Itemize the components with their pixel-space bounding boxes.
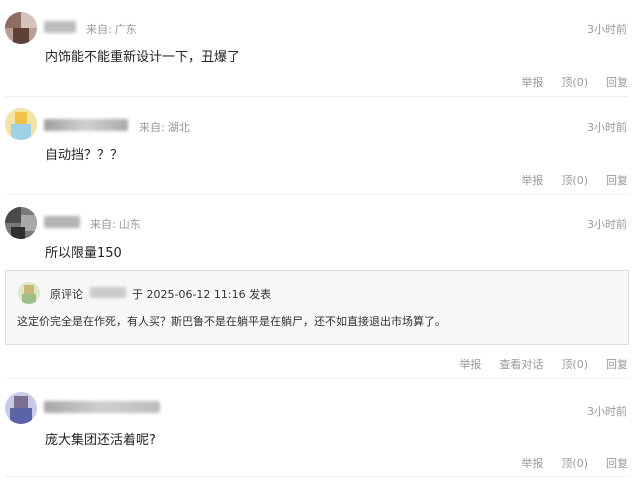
report-button[interactable]: 举报 bbox=[459, 358, 481, 371]
location-prefix: 来自: bbox=[139, 121, 165, 134]
report-button[interactable]: 举报 bbox=[521, 76, 543, 89]
view-dialog-button[interactable]: 查看对话 bbox=[499, 358, 543, 371]
username-blurred[interactable] bbox=[44, 119, 128, 131]
divider bbox=[5, 476, 629, 477]
location-text: 来自: 广东 bbox=[86, 21, 137, 37]
timestamp: 3小时前 bbox=[587, 121, 627, 134]
avatar[interactable] bbox=[5, 108, 37, 140]
like-button[interactable]: 顶(0) bbox=[561, 457, 588, 470]
username-blurred[interactable] bbox=[44, 216, 80, 228]
timestamp: 3小时前 bbox=[587, 405, 627, 418]
timestamp: 3小时前 bbox=[587, 23, 627, 36]
reply-button[interactable]: 回复 bbox=[606, 174, 628, 187]
reply-button[interactable]: 回复 bbox=[606, 457, 628, 470]
location-value: 湖北 bbox=[167, 121, 190, 134]
location-prefix: 来自: bbox=[90, 218, 116, 231]
like-button[interactable]: 顶(0) bbox=[561, 76, 588, 89]
reply-button[interactable]: 回复 bbox=[606, 358, 628, 371]
comment-item: 来自: 湖北 3小时前 自动挡？？？ 举报 顶(0) 回复 bbox=[0, 96, 640, 194]
like-button[interactable]: 顶(0) bbox=[561, 358, 588, 371]
like-button[interactable]: 顶(0) bbox=[561, 174, 588, 187]
report-button[interactable]: 举报 bbox=[521, 457, 543, 470]
comment-actions: 举报 顶(0) 回复 bbox=[503, 172, 628, 188]
location-text: 来自: 湖北 bbox=[139, 119, 190, 135]
location-prefix: 来自: bbox=[86, 23, 112, 36]
quote-label: 原评论 bbox=[50, 288, 83, 301]
location-text: 来自: 山东 bbox=[90, 216, 141, 232]
username-blurred[interactable] bbox=[90, 287, 126, 298]
comment-actions: 举报 查看对话 顶(0) 回复 bbox=[441, 356, 628, 372]
avatar[interactable] bbox=[5, 392, 37, 424]
reply-button[interactable]: 回复 bbox=[606, 76, 628, 89]
comment-text: 庞大集团还活着呢? bbox=[45, 433, 156, 448]
comment-text: 所以限量150 bbox=[45, 246, 122, 261]
avatar[interactable] bbox=[5, 12, 37, 44]
report-button[interactable]: 举报 bbox=[521, 174, 543, 187]
timestamp: 3小时前 bbox=[587, 218, 627, 231]
comment-actions: 举报 顶(0) 回复 bbox=[503, 74, 628, 90]
username-blurred[interactable] bbox=[44, 21, 76, 33]
comment-actions: 举报 顶(0) 回复 bbox=[503, 455, 628, 471]
avatar[interactable] bbox=[18, 282, 40, 304]
comment-text: 自动挡？？？ bbox=[45, 148, 124, 163]
avatar[interactable] bbox=[5, 207, 37, 239]
quote-meta: 于 2025-06-12 11:16 发表 bbox=[132, 288, 272, 301]
comment-item: 来自: 广东 3小时前 内饰能不能重新设计一下，丑爆了 举报 顶(0) 回复 bbox=[0, 0, 640, 96]
quoted-comment: 原评论 于 2025-06-12 11:16 发表 这定价完全是在作死，有人买？… bbox=[5, 270, 629, 345]
location-value: 广东 bbox=[114, 23, 137, 36]
comment-item: 3小时前 庞大集团还活着呢? 举报 顶(0) 回复 bbox=[0, 378, 640, 486]
comment-text: 内饰能不能重新设计一下，丑爆了 bbox=[45, 50, 241, 65]
location-value: 山东 bbox=[118, 218, 141, 231]
quote-text: 这定价完全是在作死，有人买？斯巴鲁不是在躺平是在躺尸，还不如直接退出市场算了。 bbox=[17, 315, 446, 328]
username-blurred[interactable] bbox=[44, 401, 160, 413]
